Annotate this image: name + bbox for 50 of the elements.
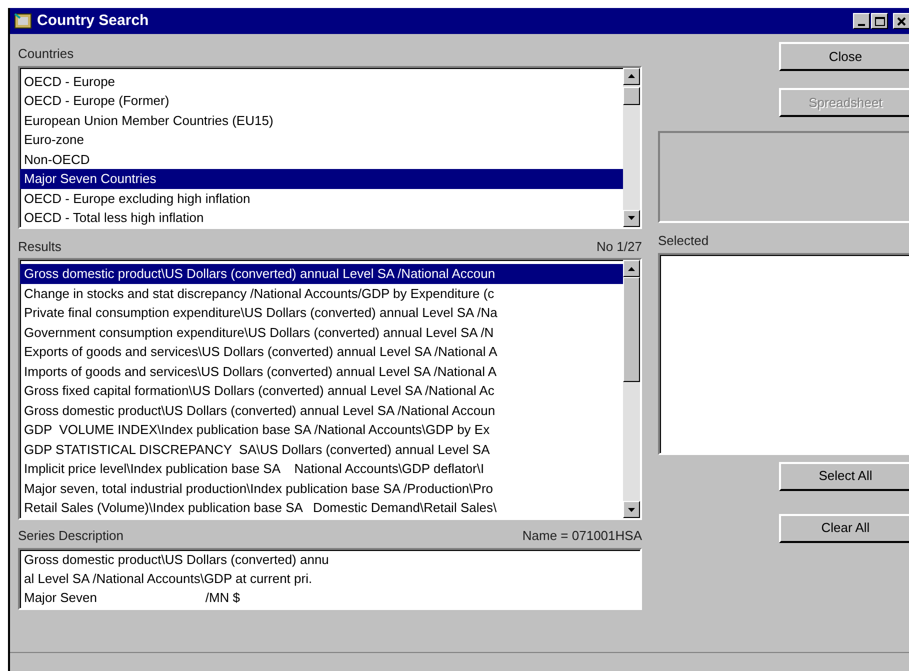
list-item[interactable]: Retail Sales (Volume)\Index publication base SA Domestic Demand\Retail Sales\ [20,498,623,518]
close-button[interactable] [893,13,909,29]
description-line: al Level SA /National Accounts\GDP at current pri. [23,570,314,588]
description-line: Gross domestic product\US Dollars (converted) annu [23,550,330,568]
list-item[interactable]: GDP STATISTICAL DISCREPANCY SA\US Dollars (converted) annual Level SA [20,440,623,459]
list-item[interactable]: Gross domestic product\US Dollars (converted) annual Level SA /National Accoun [20,400,623,420]
results-label: Results [18,238,62,256]
list-item[interactable]: Exports of goods and services\US Dollars (converted) annual Level SA /National A [20,342,623,362]
maximize-button[interactable] [871,13,888,29]
list-item[interactable]: OECD - Europe excluding high inflation [20,188,623,208]
list-item[interactable]: Gross domestic product\US Dollars (converted) annual Level SA /National Accoun [20,264,623,284]
list-item[interactable]: Imports of goods and services\US Dollars (converted) annual Level SA /National A [20,362,623,381]
maximize-icon [874,16,884,26]
list-item[interactable]: Major Seven Countries [20,169,623,188]
result-count: No 1/27 [596,238,642,256]
list-item[interactable]: OECD - Europe [20,72,623,91]
scrollbar[interactable] [623,260,640,518]
scroll-thumb[interactable] [623,277,640,382]
list-item[interactable]: Implicit price level\Index publication base SA National Accounts\GDP deflator\I [20,459,623,478]
up-arrow-icon [628,74,635,78]
description-box[interactable]: Gross domestic product\US Dollars (converted) annu al Level SA /National Accounts\GDP at current pri. Major Seven /MN $ [18,548,642,610]
down-arrow-icon [628,508,635,512]
scrollbar[interactable] [623,68,640,226]
list-item[interactable]: Non-OECD [20,150,623,169]
minimize-icon [858,24,865,26]
down-arrow-icon [628,216,635,220]
list-item[interactable]: Gross fixed capital formation\US Dollars (converted) annual Level SA /National Ac [20,381,623,400]
list-item[interactable]: Major seven, total industrial production\Index publication base SA /Production\Pro [20,478,623,498]
dialog-button[interactable]: Select All [779,462,909,490]
up-arrow-icon [628,266,635,270]
description-label: Series Description [18,527,124,545]
list-item[interactable]: OECD - Total less high inflation [20,208,623,228]
window-title: Country Search [37,10,149,31]
countries-label: Countries [18,45,75,63]
list-item[interactable]: Change in stocks and stat discrepancy /National Accounts/GDP by Expenditure (c [20,284,623,303]
minimize-button[interactable] [853,13,870,29]
list-item[interactable]: European Union Member Countries (EU15) [20,110,623,130]
close-icon [897,16,906,26]
list-item[interactable]: Private final consumption expenditure\US Dollars (converted) annual Level SA /Na [20,303,623,322]
scroll-thumb[interactable] [623,86,640,104]
list-item[interactable]: OECD - Europe (Former) [20,91,623,110]
series-name: Name = 071001HSA [522,527,642,545]
list-item[interactable]: Government consumption expenditure\US Dollars (converted) annual Level SA /N [20,322,623,342]
app-icon [14,12,32,30]
list-item[interactable]: GDP VOLUME INDEX\Index publication base SA /National Accounts\GDP by Ex [20,420,623,440]
dialog-button[interactable]: Clear All [779,514,909,542]
list-item[interactable]: Euro-zone [20,130,623,150]
description-line: Major Seven /MN $ [23,588,242,606]
dialog-button[interactable]: Close [779,42,909,71]
selected-label: Selected [658,232,710,250]
